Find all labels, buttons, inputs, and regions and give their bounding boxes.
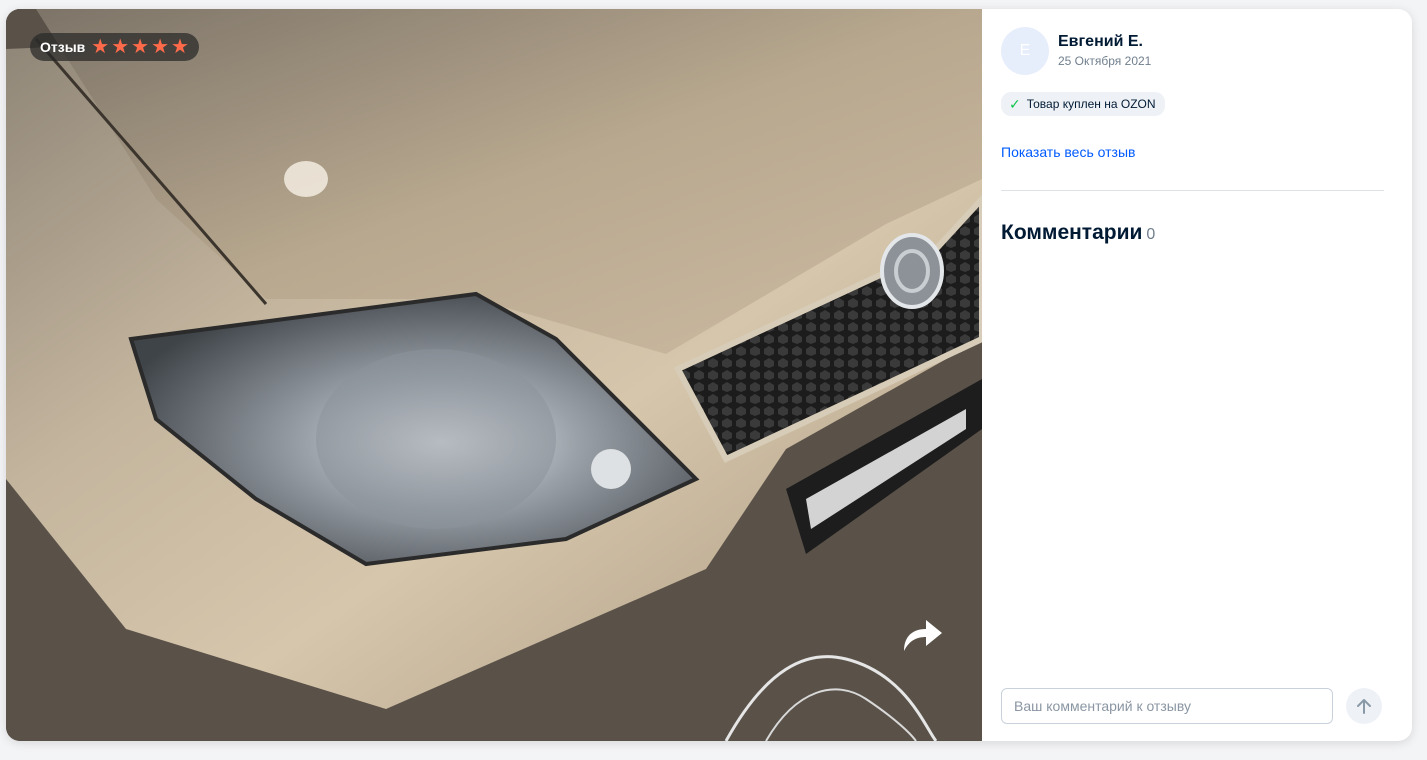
- share-button[interactable]: [896, 613, 948, 657]
- comment-input[interactable]: [1001, 688, 1333, 724]
- review-rating-badge: Отзыв ★ ★ ★ ★ ★: [30, 33, 199, 61]
- comments-count: 0: [1146, 226, 1156, 243]
- check-icon: ✓: [1009, 95, 1021, 112]
- car-photo-image: [6, 9, 982, 741]
- share-arrow-icon: [904, 620, 942, 651]
- star-icon: ★: [91, 36, 110, 58]
- star-icon: ★: [151, 36, 170, 58]
- comments-title: Комментарии: [1001, 221, 1143, 244]
- review-sidebar: Е Евгений Е. 25 Октября 2021 ✓ Товар куп…: [982, 9, 1412, 741]
- send-comment-button[interactable]: [1346, 688, 1382, 724]
- star-icon: ★: [171, 36, 189, 58]
- show-full-review-link[interactable]: Показать весь отзыв: [1001, 144, 1135, 160]
- review-badge-label: Отзыв: [40, 39, 86, 55]
- avatar: Е: [1001, 27, 1049, 75]
- divider: [1001, 190, 1384, 191]
- star-rating: ★ ★ ★ ★ ★: [91, 37, 189, 57]
- arrow-up-icon: [1357, 699, 1371, 714]
- star-icon: ★: [131, 36, 150, 58]
- review-modal: Отзыв ★ ★ ★ ★ ★ Е Евгений Е. 25 Октября …: [6, 9, 1412, 741]
- purchased-on-ozon-badge: ✓ Товар куплен на OZON: [1001, 92, 1165, 116]
- review-photo[interactable]: Отзыв ★ ★ ★ ★ ★: [6, 9, 982, 741]
- comments-heading: Комментарии 0: [1001, 221, 1155, 245]
- purchased-label: Товар куплен на OZON: [1026, 97, 1156, 111]
- review-date: 25 Октября 2021: [1058, 54, 1152, 68]
- author-name: Евгений Е.: [1058, 33, 1143, 50]
- star-icon: ★: [111, 36, 130, 58]
